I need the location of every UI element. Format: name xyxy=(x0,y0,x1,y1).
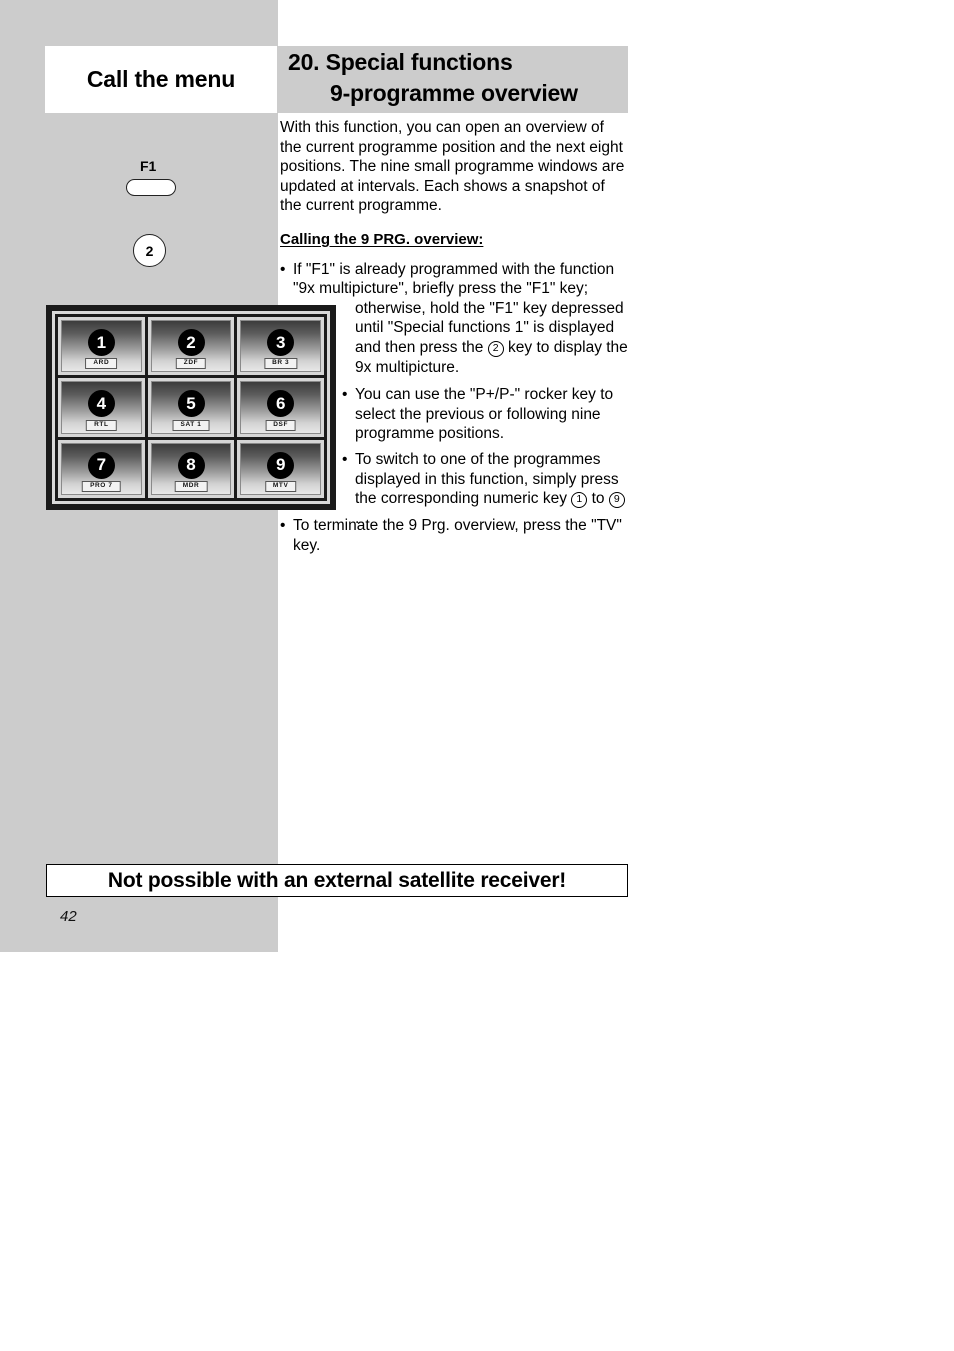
bullet-4-text: To terminate the 9 Prg. overview, press … xyxy=(293,517,622,554)
tv-station-label: PRO 7 xyxy=(82,480,121,492)
tv-cell: 8 MDR xyxy=(147,439,235,498)
tv-position-number: 7 xyxy=(87,451,115,479)
bullet-marker-icon: • xyxy=(280,260,286,278)
tv-screen: 2 ZDF xyxy=(150,320,232,373)
bullet-item-4: • To terminate the 9 Prg. overview, pres… xyxy=(280,516,632,559)
tv-position-number: 5 xyxy=(177,390,205,418)
manual-page: Call the menu 20. Special functions 9-pr… xyxy=(0,0,954,1351)
tv-cell: 7 PRO 7 xyxy=(58,439,145,498)
tv-screen: 8 MDR xyxy=(150,442,232,495)
circled-number-1-icon: 1 xyxy=(571,492,588,509)
bullet-item-4-inner: • To terminate the 9 Prg. overview, pres… xyxy=(280,516,632,555)
tv-position-number: 2 xyxy=(177,329,205,357)
tv-station-label: ARD xyxy=(85,358,118,370)
tv-screen: 4 RTL xyxy=(61,381,142,434)
tv-screen: 7 PRO 7 xyxy=(61,442,142,495)
bullet-1-text-part-1: If "F1" is already programmed with the f… xyxy=(293,260,615,298)
bullet-item-1: • If "F1" is already programmed with the… xyxy=(280,260,628,378)
f1-key-label: F1 xyxy=(140,158,157,174)
tv-position-number: 4 xyxy=(87,390,115,418)
tv-cell: 1 ARD xyxy=(58,317,145,376)
warning-banner: Not possible with an external satellite … xyxy=(46,864,628,897)
section-title-block: 20. Special functions 9-programme overvi… xyxy=(278,46,628,113)
tv-screen: 5 SAT 1 xyxy=(150,381,232,434)
bullet-3-text-mid: to xyxy=(591,490,605,508)
tv-screen: 1 ARD xyxy=(61,320,142,373)
bullet-marker-icon: • xyxy=(342,450,348,468)
warning-banner-text: Not possible with an external satellite … xyxy=(107,868,567,892)
call-the-menu-box: Call the menu xyxy=(45,46,277,113)
tv-position-number: 1 xyxy=(87,329,115,357)
circled-number-9-icon: 9 xyxy=(608,492,625,509)
bullet-item-2: • You can use the "P+/P-" rocker key to … xyxy=(280,385,628,444)
tv-cell: 4 RTL xyxy=(58,378,145,437)
bullet-2-text: You can use the "P+/P-" rocker key to se… xyxy=(355,386,614,443)
body-copy: With this function, you can open an over… xyxy=(280,118,628,532)
tv-station-label: RTL xyxy=(86,419,117,431)
tv-position-number: 8 xyxy=(177,451,205,479)
tv-cell: 2 ZDF xyxy=(147,317,235,376)
call-the-menu-label: Call the menu xyxy=(86,66,236,92)
section-title-line-2: 9-programme overview xyxy=(330,80,578,106)
tv-station-label: MDR xyxy=(174,480,208,492)
intro-paragraph: With this function, you can open an over… xyxy=(280,119,625,215)
bullet-1-indented-block: otherwise, hold the "F1" key depressed u… xyxy=(293,299,628,377)
numeric-key-2-icon: 2 xyxy=(133,234,166,267)
f1-pill-key-icon xyxy=(126,179,176,196)
section-subheading: Calling the 9 PRG. overview: xyxy=(280,230,484,248)
tv-station-label: SAT 1 xyxy=(172,419,210,431)
tv-station-label: ZDF xyxy=(175,358,207,370)
circled-number-2-icon: 2 xyxy=(487,340,504,357)
bullet-marker-icon: • xyxy=(342,386,348,404)
section-title-line-1: 20. Special functions xyxy=(288,49,513,75)
tv-cell: 5 SAT 1 xyxy=(147,378,235,437)
bullet-marker-icon: • xyxy=(280,517,286,534)
page-number: 42 xyxy=(60,908,77,925)
